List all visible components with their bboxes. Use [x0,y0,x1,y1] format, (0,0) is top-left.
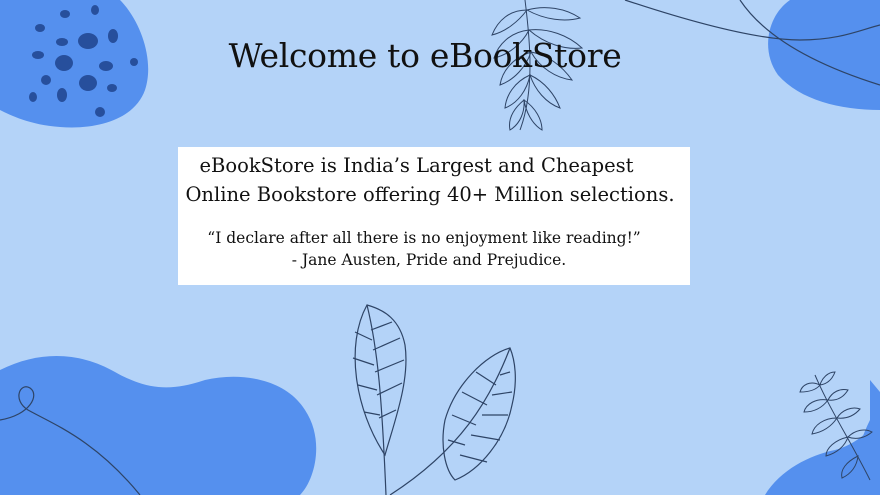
quote-attribution: - Jane Austen, Pride and Prejudice. [291,251,567,269]
blob-bottom-left [0,355,317,495]
page-title: Welcome to eBookStore [228,36,622,75]
intro-line-2: Online Bookstore offering 40+ Million se… [185,183,675,206]
leaves-bottom-center [352,304,516,495]
fern-bottom-right [765,371,880,495]
intro-card: eBookStore is India’s Largest and Cheape… [178,147,690,285]
intro-text: eBookStore is India’s Largest and Cheape… [178,151,690,209]
quote-text: “I declare after all there is no enjoyme… [207,229,641,247]
slide: Welcome to eBookStore eBookStore is Indi… [0,0,880,495]
intro-line-1: eBookStore is India’s Largest and Cheape… [199,154,634,177]
reading-quote: “I declare after all there is no enjoyme… [178,227,690,271]
